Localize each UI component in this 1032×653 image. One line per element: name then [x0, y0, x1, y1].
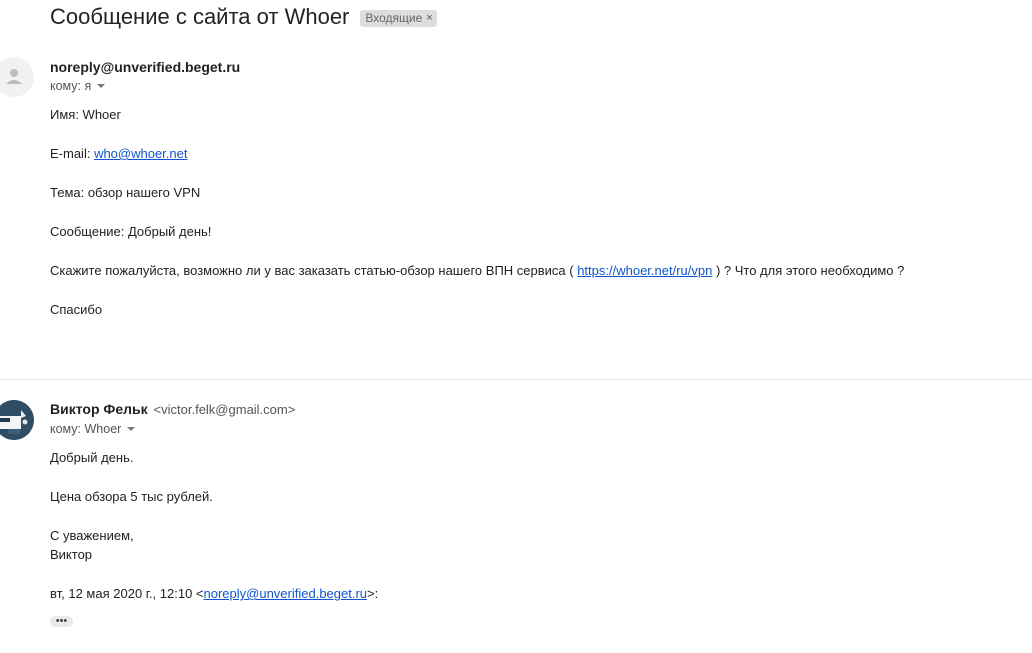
message-1-sender: noreply@unverified.beget.ru: [50, 59, 240, 75]
message-2-sender: Виктор Фельк <victor.felk@gmail.com>: [50, 401, 295, 417]
quote-header-line: вт, 12 мая 2020 г., 12:10 <noreply@unver…: [50, 586, 378, 601]
sender-email: <victor.felk@gmail.com>: [153, 402, 296, 417]
inbox-label-chip[interactable]: Входящие ×: [360, 9, 437, 27]
message-2-recipients[interactable]: кому: Whoer: [50, 422, 136, 436]
show-trimmed-content-button[interactable]: •••: [50, 616, 73, 627]
body-signature-line: Виктор: [50, 547, 93, 562]
quote-prefix: вт, 12 мая 2020 г., 12:10 <: [50, 586, 204, 601]
message-divider: [0, 379, 1032, 380]
body-name-line: Имя: Whoer: [50, 107, 121, 122]
thread-header: Сообщение с сайта от Whoer Входящие ×: [50, 2, 437, 32]
recipients-label: кому: я: [50, 79, 92, 93]
recipients-label: кому: Whoer: [50, 422, 122, 436]
sender-avatar-icon[interactable]: [0, 57, 34, 97]
email-prefix: E-mail:: [50, 146, 95, 161]
body-request-line: Скажите пожалуйста, возможно ли у вас за…: [50, 263, 904, 278]
chevron-down-icon[interactable]: [127, 427, 136, 431]
body-price-line: Цена обзора 5 тыс рублей.: [50, 489, 213, 504]
remove-label-icon[interactable]: ×: [426, 12, 432, 24]
sender-name[interactable]: noreply@unverified.beget.ru: [50, 59, 240, 75]
body-message-line: Сообщение: Добрый день!: [50, 224, 212, 239]
thread-subject: Сообщение с сайта от Whoer: [50, 4, 350, 29]
body-greeting-line: Добрый день.: [50, 450, 134, 465]
body-thanks-line: Спасибо: [50, 302, 103, 317]
email-link[interactable]: who@whoer.net: [94, 146, 187, 161]
vpn-link[interactable]: https://whoer.net/ru/vpn: [577, 263, 712, 278]
body-email-line: E-mail: who@whoer.net: [50, 146, 187, 161]
body-topic-line: Тема: обзор нашего VPN: [50, 185, 201, 200]
sender-name[interactable]: Виктор Фельк: [50, 401, 148, 417]
body-regards-line: С уважением,: [50, 528, 134, 543]
quote-email-link[interactable]: noreply@unverified.beget.ru: [204, 586, 368, 601]
message-1-recipients[interactable]: кому: я: [50, 79, 106, 93]
chevron-down-icon[interactable]: [97, 84, 106, 88]
sender-photo-avatar[interactable]: [0, 400, 34, 440]
request-text-after: ) ? Что для этого необходимо ?: [712, 263, 905, 278]
inbox-label-text: Входящие: [365, 10, 423, 25]
quote-suffix: >:: [367, 586, 379, 601]
request-text-before: Скажите пожалуйста, возможно ли у вас за…: [50, 263, 578, 278]
